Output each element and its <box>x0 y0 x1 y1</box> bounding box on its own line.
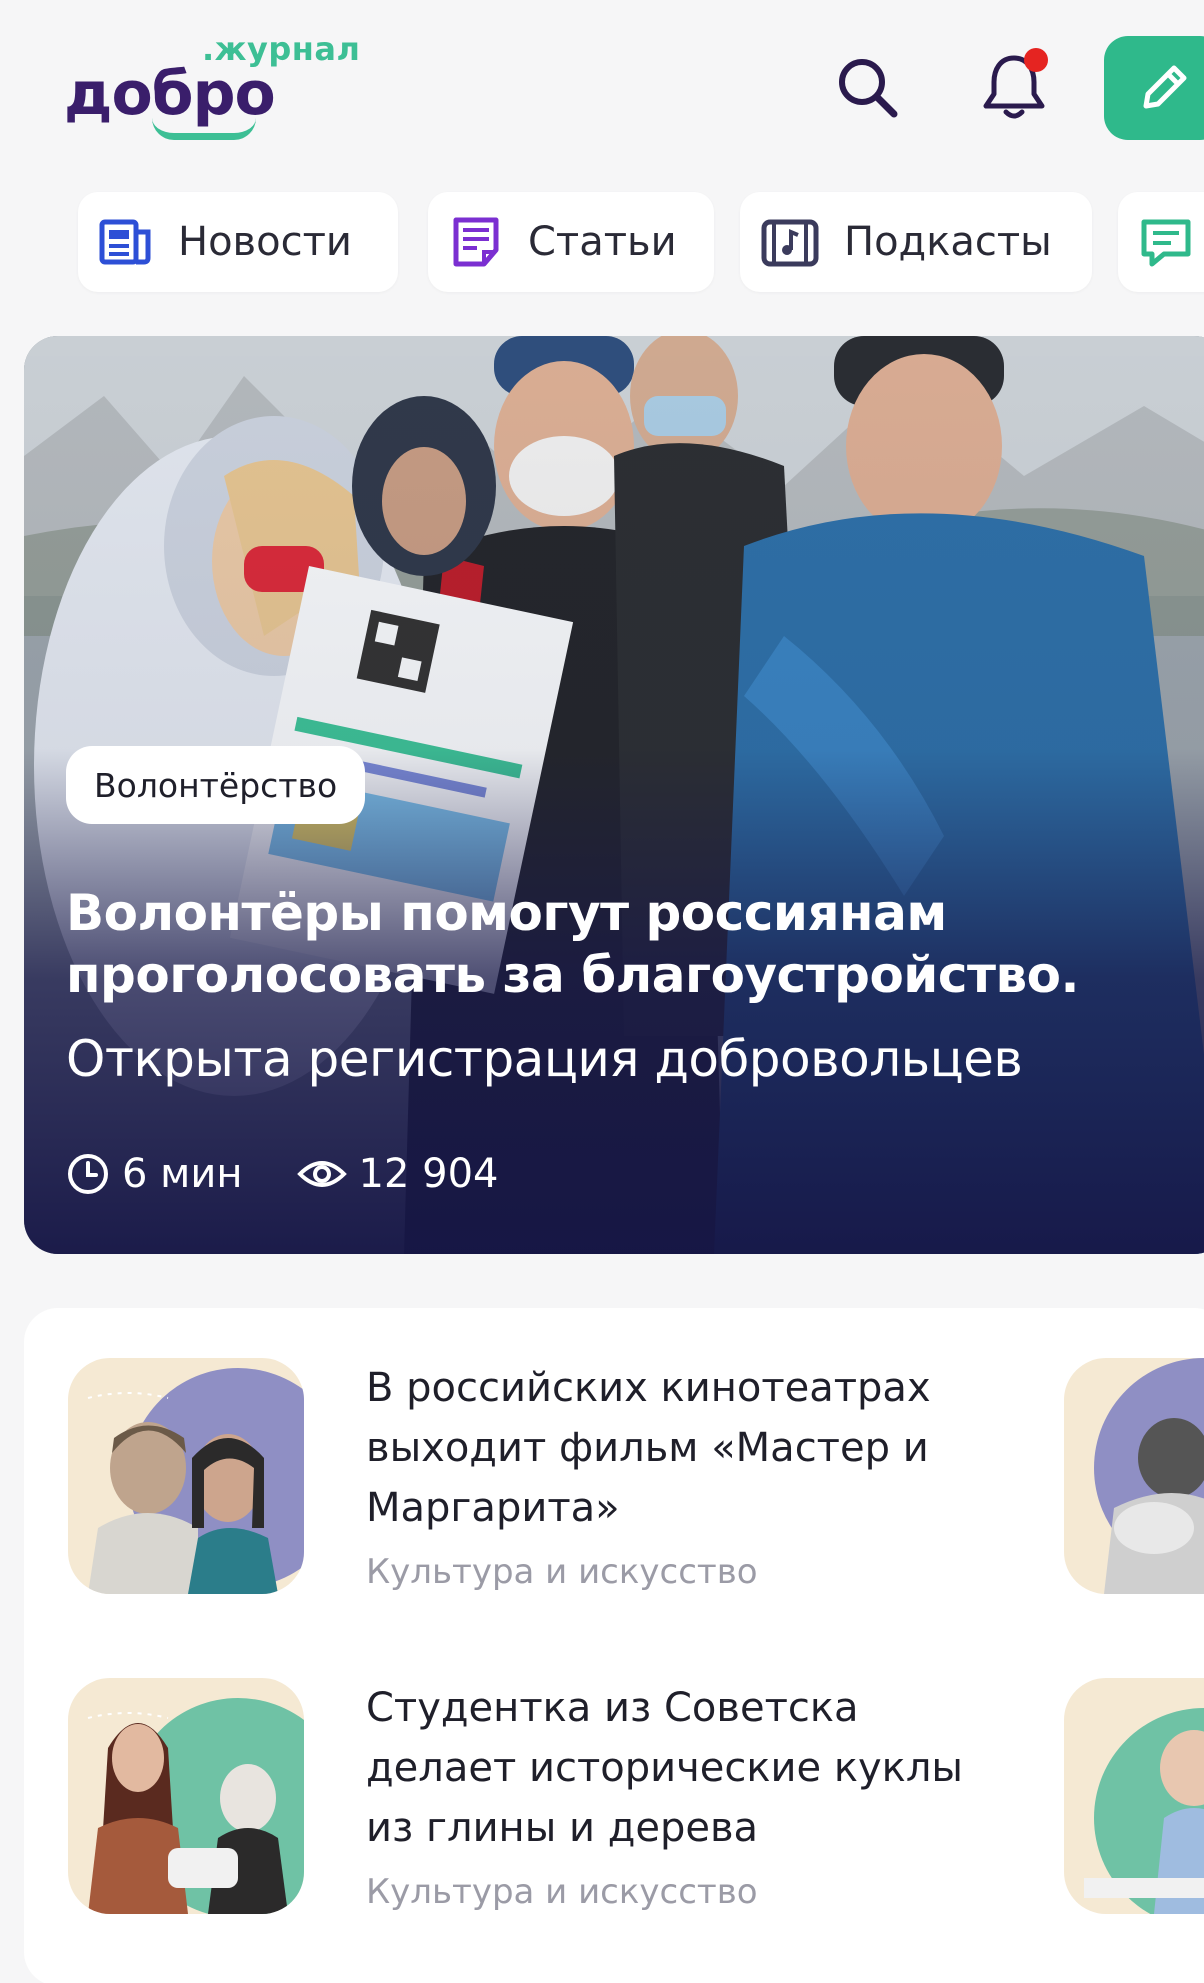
eye-icon <box>296 1161 347 1187</box>
article-title-line: делает исторические куклы <box>366 1745 963 1791</box>
hero-title-line: Волонтёры помогут россиянам <box>66 884 947 942</box>
article-title-line: Студентка из Советска <box>366 1685 859 1731</box>
next-article-thumbnail[interactable] <box>1064 1358 1204 1594</box>
tab-label: Подкасты <box>844 219 1052 265</box>
pencil-icon <box>1143 65 1187 109</box>
articles-list-card: В российских кинотеатрах выходит фильм «… <box>24 1308 1204 1983</box>
read-time-value: 6 мин <box>122 1151 243 1197</box>
notification-dot <box>1024 48 1048 72</box>
tab-label: Статьи <box>528 219 677 265</box>
list-item[interactable]: В российских кинотеатрах выходит фильм «… <box>68 1358 1068 1618</box>
search-icon <box>839 59 898 118</box>
article-title: Студентка из Советска делает исторически… <box>366 1678 1046 1858</box>
article-title-line: из глины и дерева <box>366 1805 759 1851</box>
article-category: Культура и искусство <box>366 1872 758 1912</box>
category-tabs: Новости Статьи Подкасты <box>0 192 1204 292</box>
clock-icon <box>68 1154 108 1194</box>
views-value: 12 904 <box>358 1151 499 1197</box>
article-title-line: выходит фильм «Мастер и <box>366 1425 929 1471</box>
article-category: Культура и искусство <box>366 1552 758 1592</box>
views-count: 12 904 <box>296 1151 499 1197</box>
next-article-thumbnail[interactable] <box>1064 1678 1204 1914</box>
article-title: В российских кинотеатрах выходит фильм «… <box>366 1358 1046 1538</box>
category-badge[interactable]: Волонтёрство <box>66 746 366 824</box>
article-title-line: Маргарита» <box>366 1485 620 1531</box>
hero-title: Волонтёры помогут россиянам проголосоват… <box>66 882 1176 1006</box>
hero-meta: 6 мин 12 904 <box>66 1146 498 1202</box>
hero-article-card[interactable]: Волонтёрство Волонтёры помогут россиянам… <box>24 336 1204 1254</box>
hero-subtitle: Открыта регистрация добровольцев <box>66 1030 1023 1088</box>
newspaper-icon <box>99 219 151 265</box>
edit-button[interactable] <box>1104 36 1204 140</box>
hero-title-line: проголосовать за благоустройство. <box>66 946 1079 1004</box>
tab-articles[interactable]: Статьи <box>428 192 714 292</box>
tab-news[interactable]: Новости <box>78 192 398 292</box>
comment-icon <box>1141 219 1191 267</box>
document-icon <box>453 217 499 267</box>
article-thumbnail <box>68 1358 304 1594</box>
search-button[interactable] <box>828 48 908 128</box>
app-screen: .журнал добро Новости Статьи Подкасты Во… <box>0 0 1204 1983</box>
article-thumbnail <box>68 1678 304 1914</box>
music-icon <box>761 219 819 267</box>
list-item[interactable]: Студентка из Советска делает исторически… <box>68 1678 1068 1938</box>
notifications-button[interactable] <box>972 44 1056 128</box>
tab-podcasts[interactable]: Подкасты <box>740 192 1092 292</box>
read-time: 6 мин <box>66 1151 243 1197</box>
logo[interactable]: .журнал добро <box>64 30 384 140</box>
tab-comments[interactable] <box>1118 192 1204 292</box>
tab-label: Новости <box>178 219 352 265</box>
article-title-line: В российских кинотеатрах <box>366 1365 931 1411</box>
logo-smile <box>152 118 256 140</box>
logo-title: добро <box>64 59 276 129</box>
